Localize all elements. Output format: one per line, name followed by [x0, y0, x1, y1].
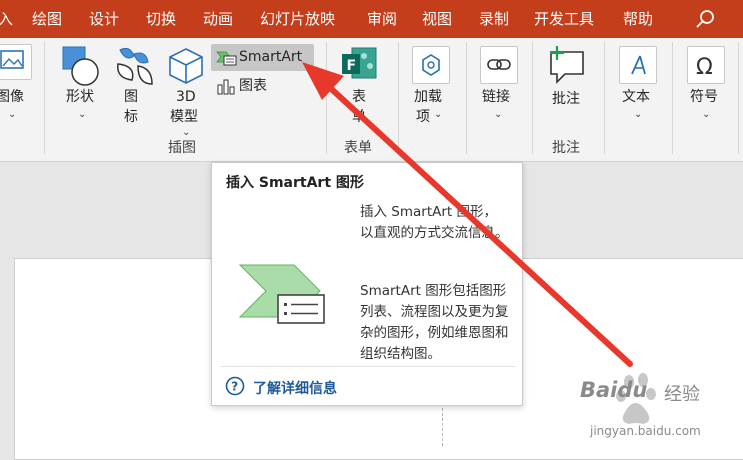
addins-label-1: 加载	[414, 89, 442, 105]
forms-label-2: 单	[352, 109, 366, 125]
tab-insert-partial[interactable]: 入	[0, 0, 13, 38]
omega-icon: Ω	[687, 46, 725, 84]
ribbon-separator	[326, 42, 327, 154]
addins-caret-icon: ⌄	[434, 109, 443, 120]
image-button[interactable]: 图像 ⌄	[0, 38, 40, 133]
link-icon	[480, 46, 518, 84]
addins-label-2: 项	[416, 109, 430, 125]
smartart-tooltip: 插入 SmartArt 图形 插入 SmartArt 图形，以直观的方式交流信息…	[211, 162, 523, 406]
forms-button[interactable]: F 表 单	[336, 38, 384, 133]
ribbon-separator	[532, 42, 533, 154]
3d-models-button[interactable]: 3D 模型 ⌄	[164, 38, 208, 138]
link-label: 链接	[482, 89, 510, 105]
svg-text:F: F	[347, 58, 357, 74]
icons-label-2: 标	[124, 109, 138, 125]
tab-review[interactable]: 审阅	[367, 0, 397, 38]
3d-models-caret-icon: ⌄	[182, 127, 191, 138]
smartart-button[interactable]: SmartArt	[211, 44, 314, 71]
icons-button[interactable]: 图 标	[112, 38, 156, 133]
group-label-forms: 表单	[344, 140, 372, 156]
picture-icon	[0, 44, 32, 80]
smartart-illustration-icon	[238, 264, 325, 324]
ribbon-separator	[398, 42, 399, 154]
text-label: 文本	[622, 89, 650, 105]
chart-label: 图表	[239, 78, 267, 94]
ribbon-separator	[738, 42, 739, 154]
icons-icon	[117, 48, 153, 85]
tooltip-description-1: 插入 SmartArt 图形，以直观的方式交流信息。	[360, 204, 509, 241]
tab-record[interactable]: 录制	[479, 0, 509, 38]
tooltip-title: 插入 SmartArt 图形	[226, 175, 364, 191]
smartart-label: SmartArt	[239, 49, 303, 65]
chart-button[interactable]: 图表	[211, 74, 281, 98]
addins-icon	[412, 46, 450, 84]
tooltip-description-2: SmartArt 图形包括图形列表、流程图以及更为复杂的图形，例如维恩图和组织结…	[360, 283, 509, 362]
svg-text:Ω: Ω	[696, 55, 713, 80]
watermark-url: jingyan.baidu.com	[590, 424, 701, 438]
ribbon-separator	[604, 42, 605, 154]
link-caret-icon: ⌄	[494, 109, 503, 120]
smartart-icon	[216, 51, 237, 66]
svg-text:?: ?	[231, 380, 238, 394]
text-icon	[619, 46, 657, 84]
ribbon-separator	[672, 42, 673, 154]
image-caret-icon: ⌄	[8, 109, 17, 120]
symbol-label: 符号	[690, 89, 718, 105]
search-icon[interactable]	[695, 8, 717, 30]
forms-icon: F	[342, 47, 377, 79]
icons-label-1: 图	[124, 89, 138, 105]
tab-draw[interactable]: 绘图	[32, 0, 62, 38]
cube-icon	[169, 48, 203, 84]
shapes-button[interactable]: 形状 ⌄	[58, 38, 104, 133]
tab-view[interactable]: 视图	[422, 0, 452, 38]
text-caret-icon: ⌄	[634, 109, 643, 120]
forms-label-1: 表	[352, 89, 366, 105]
link-button[interactable]: 链接 ⌄	[476, 38, 522, 133]
tab-animations[interactable]: 动画	[203, 0, 233, 38]
tab-help[interactable]: 帮助	[623, 0, 653, 38]
help-circle-icon: ?	[225, 376, 245, 396]
tab-transitions[interactable]: 切换	[146, 0, 176, 38]
tooltip-divider	[220, 366, 516, 367]
addins-button[interactable]: 加载 项 ⌄	[408, 38, 454, 138]
chart-icon	[217, 79, 235, 95]
add-comment-icon	[550, 46, 584, 84]
ribbon-insert: 图像 ⌄ 形状 ⌄ 图 标 3D 模型 ⌄ SmartArt 图表 插图 F 表…	[0, 38, 743, 162]
ribbon-separator	[44, 42, 45, 154]
watermark-jingyan: 经验	[664, 384, 700, 405]
text-button[interactable]: 文本 ⌄	[614, 38, 662, 133]
ribbon-separator	[466, 42, 467, 154]
shapes-label: 形状	[66, 89, 94, 105]
ribbon-tab-bar: 入 绘图 设计 切换 动画 幻灯片放映 审阅 视图 录制 开发工具 帮助	[0, 0, 743, 38]
group-label-illustrations: 插图	[168, 140, 196, 156]
tab-developer[interactable]: 开发工具	[534, 0, 594, 38]
shapes-caret-icon: ⌄	[78, 109, 87, 120]
symbol-caret-icon: ⌄	[702, 109, 711, 120]
learn-more-link[interactable]: 了解详细信息	[253, 378, 337, 398]
3d-models-label-2: 模型	[170, 109, 198, 125]
3d-models-label-1: 3D	[176, 89, 196, 105]
symbol-button[interactable]: Ω 符号 ⌄	[682, 38, 730, 133]
tab-slideshow[interactable]: 幻灯片放映	[260, 0, 335, 38]
image-label: 图像	[0, 89, 24, 105]
group-label-comments: 批注	[552, 140, 580, 156]
tab-design[interactable]: 设计	[89, 0, 119, 38]
comment-label: 批注	[552, 91, 580, 107]
comment-button[interactable]: 批注	[542, 38, 592, 133]
watermark-brand: Baidu	[580, 378, 648, 402]
shapes-icon	[62, 46, 99, 86]
